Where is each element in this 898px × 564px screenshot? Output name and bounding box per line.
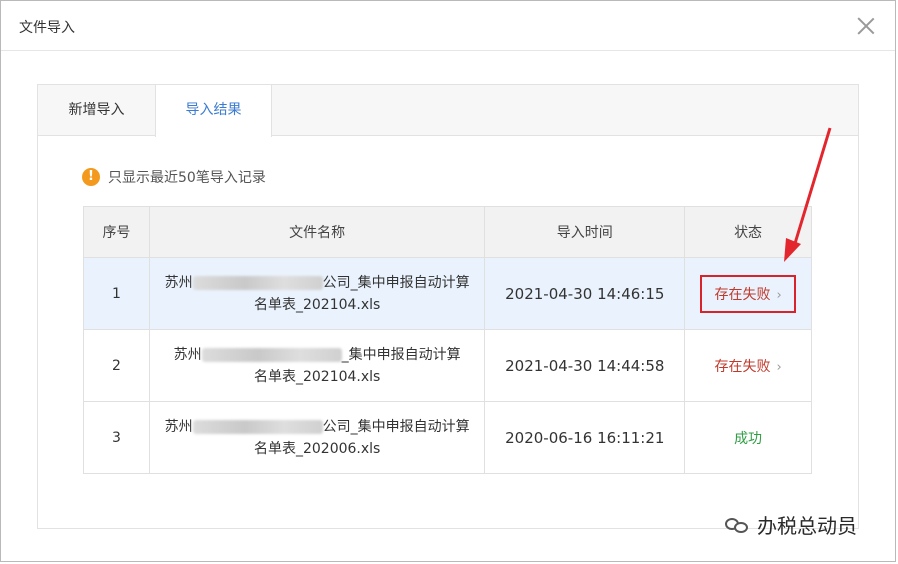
redacted-text	[192, 275, 323, 290]
file-name-prefix: 苏州	[173, 346, 202, 363]
header-file-name: 文件名称	[148, 206, 486, 258]
file-name-line2: 名单表_202006.xls	[253, 440, 381, 457]
row-index: 1	[83, 257, 150, 330]
row-index: 3	[83, 401, 150, 474]
file-name-line2: 名单表_202104.xls	[253, 368, 381, 385]
close-icon[interactable]	[855, 15, 877, 37]
file-name-mid: 公司_集中申报自动计算	[322, 418, 470, 435]
tab-new-import[interactable]: 新增导入	[38, 85, 155, 136]
notice-bar: ! 只显示最近50笔导入记录	[82, 167, 266, 187]
file-name-prefix: 苏州	[164, 274, 193, 291]
file-name-prefix: 苏州	[164, 418, 193, 435]
tab-import-results[interactable]: 导入结果	[155, 85, 272, 137]
row-index: 2	[83, 329, 150, 402]
tab-bar: 新增导入 导入结果	[38, 85, 858, 137]
chevron-right-icon[interactable]: ›	[776, 360, 781, 375]
header-import-time: 导入时间	[484, 206, 686, 258]
import-results-table: 序号 文件名称 导入时间 状态 1 苏州 公司_集中申报自动计算 名单表_2021…	[83, 206, 812, 474]
header-status: 状态	[684, 206, 812, 258]
row-status: 存在失败 ›	[684, 257, 812, 330]
header-index: 序号	[83, 206, 150, 258]
row-import-time: 2021-04-30 14:44:58	[484, 329, 686, 402]
import-panel: 新增导入 导入结果 ! 只显示最近50笔导入记录 序号 文件名称 导入时间 状态	[37, 84, 859, 529]
notice-text: 只显示最近50笔导入记录	[108, 170, 266, 186]
table-header-row: 序号 文件名称 导入时间 状态	[83, 206, 812, 258]
table-row[interactable]: 3 苏州 公司_集中申报自动计算 名单表_202006.xls 2020-06-1…	[83, 401, 812, 474]
row-file-name: 苏州 公司_集中申报自动计算 名单表_202006.xls	[148, 401, 486, 474]
row-import-time: 2021-04-30 14:46:15	[484, 257, 686, 330]
row-file-name: 苏州 公司_集中申报自动计算 名单表_202104.xls	[148, 257, 486, 330]
annotation-highlight-box: 存在失败 ›	[700, 274, 796, 313]
row-status: 成功	[684, 401, 812, 474]
warning-icon: !	[82, 168, 100, 186]
file-name-mid: _集中申报自动计算	[341, 346, 461, 363]
redacted-text	[201, 347, 342, 362]
status-link-fail[interactable]: 存在失败	[714, 359, 770, 375]
file-name-line2: 名单表_202104.xls	[253, 296, 381, 313]
wechat-icon	[725, 516, 749, 534]
redacted-text	[192, 419, 323, 434]
row-file-name: 苏州 _集中申报自动计算 名单表_202104.xls	[148, 329, 486, 402]
dialog-titlebar: 文件导入	[1, 1, 895, 51]
watermark: 办税总动员	[725, 510, 857, 539]
file-name-mid: 公司_集中申报自动计算	[322, 274, 470, 291]
chevron-right-icon[interactable]: ›	[776, 288, 781, 303]
file-import-dialog: 文件导入 新增导入 导入结果 ! 只显示最近50笔导入记录 序号 文件名称 导入…	[0, 0, 896, 562]
table-row[interactable]: 1 苏州 公司_集中申报自动计算 名单表_202104.xls 2021-04-3…	[83, 257, 812, 330]
row-import-time: 2020-06-16 16:11:21	[484, 401, 686, 474]
status-success: 成功	[734, 430, 763, 447]
watermark-text: 办税总动员	[757, 514, 857, 538]
status-link-fail[interactable]: 存在失败	[714, 287, 770, 303]
dialog-title: 文件导入	[19, 20, 75, 36]
table-row[interactable]: 2 苏州 _集中申报自动计算 名单表_202104.xls 2021-04-30 …	[83, 329, 812, 402]
row-status: 存在失败 ›	[684, 329, 812, 402]
